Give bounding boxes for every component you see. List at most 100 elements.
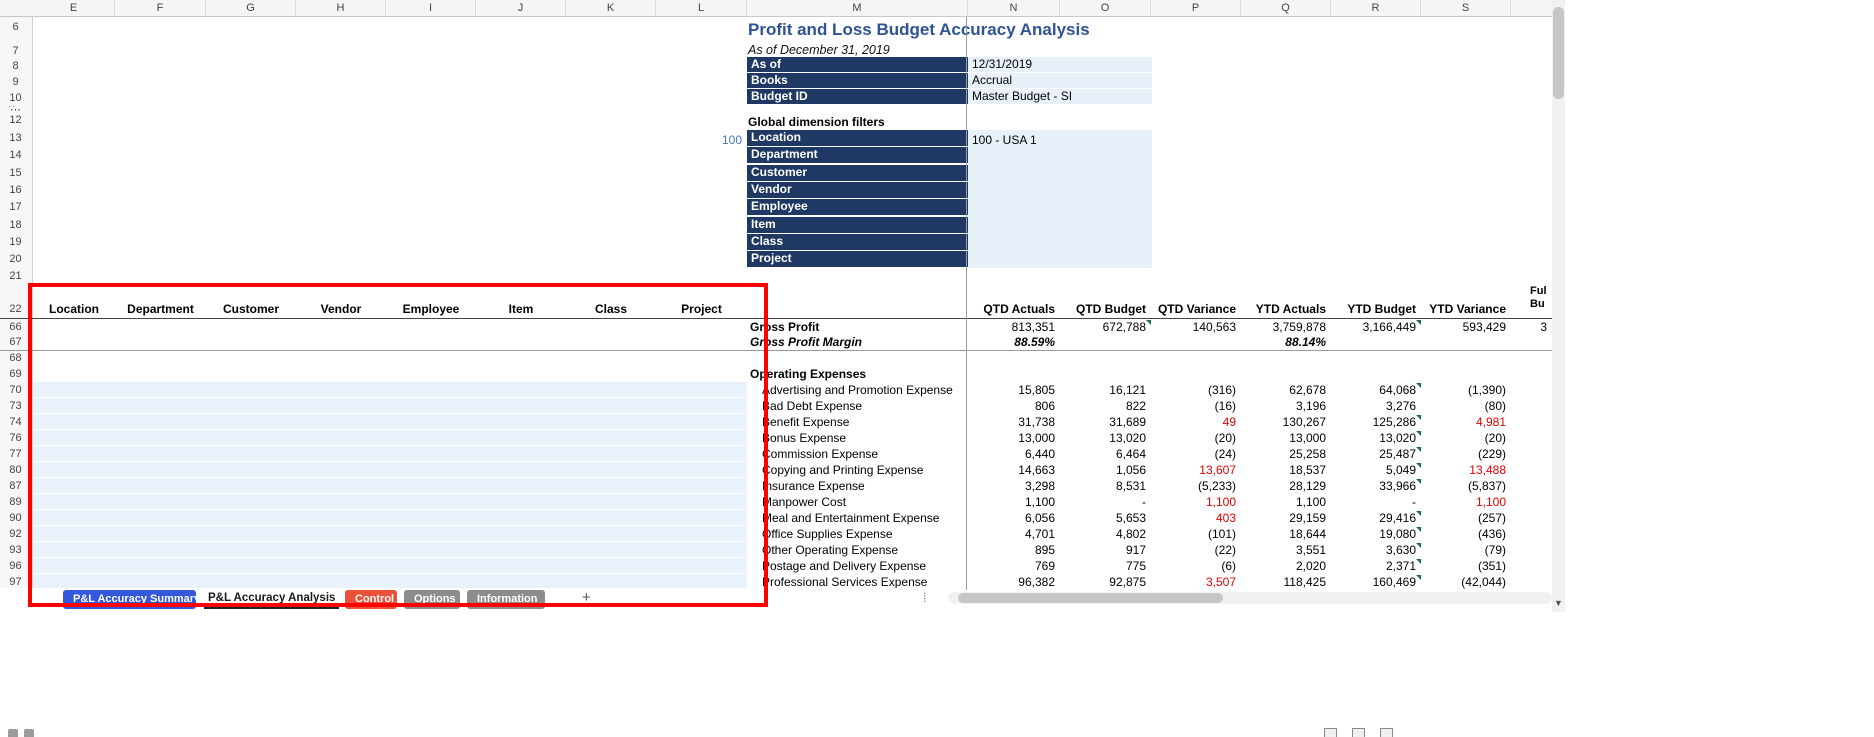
value-cell[interactable]: 917: [1060, 542, 1151, 558]
value-cell[interactable]: 25,258: [1241, 446, 1331, 462]
column-header[interactable]: F: [115, 0, 206, 16]
value-cell[interactable]: 4,802: [1060, 526, 1151, 542]
row-header[interactable]: 18: [0, 218, 31, 233]
row-label[interactable]: Other Operating Expense: [747, 542, 898, 558]
value-cell[interactable]: (436): [1421, 526, 1511, 542]
dimension-column-header[interactable]: Project: [681, 301, 722, 317]
scroll-down-arrow-icon[interactable]: ▼: [1554, 598, 1563, 608]
new-sheet-button[interactable]: +: [582, 589, 591, 606]
left-pane-cells[interactable]: [33, 446, 747, 461]
row-label[interactable]: Office Supplies Expense: [747, 526, 893, 542]
row-header[interactable]: 76: [0, 430, 31, 446]
left-pane-cells[interactable]: [33, 366, 747, 381]
value-cell[interactable]: 13,020: [1060, 430, 1151, 446]
value-cell[interactable]: 3,630: [1331, 542, 1421, 558]
row-header[interactable]: 66: [0, 319, 31, 335]
left-pane-cells[interactable]: [33, 494, 747, 509]
column-header[interactable]: N: [968, 0, 1060, 16]
left-pane-cells[interactable]: [33, 526, 747, 541]
value-cell[interactable]: 3,166,449: [1331, 319, 1421, 335]
page-layout-view-icon[interactable]: [1352, 728, 1365, 737]
row-header[interactable]: 17: [0, 200, 31, 215]
value-cell[interactable]: 593,429: [1421, 319, 1511, 335]
value-cell[interactable]: (80): [1421, 398, 1511, 414]
value-cell[interactable]: 2,371: [1331, 558, 1421, 574]
tab-pl-accuracy-summary[interactable]: P&L Accuracy Summary: [63, 590, 196, 609]
value-cell[interactable]: -: [1331, 494, 1421, 510]
value-cell[interactable]: 62,678: [1241, 382, 1331, 398]
left-pane-cells[interactable]: [33, 350, 747, 365]
row-header[interactable]: 19: [0, 235, 31, 250]
value-cell[interactable]: 28,129: [1241, 478, 1331, 494]
row-header[interactable]: 70: [0, 382, 31, 398]
filter-label-cell[interactable]: Vendor: [747, 182, 968, 198]
value-cell[interactable]: 13,488: [1421, 462, 1511, 478]
horizontal-scrollbar[interactable]: [948, 592, 1552, 604]
row-label[interactable]: Commission Expense: [747, 446, 878, 462]
value-cell[interactable]: [1421, 366, 1511, 382]
row-header[interactable]: 21: [0, 269, 31, 284]
value-cell[interactable]: 8,531: [1060, 478, 1151, 494]
dimension-column-header[interactable]: Item: [509, 301, 534, 317]
left-pane-cells[interactable]: [33, 382, 747, 397]
table-column-header[interactable]: QTD Budget: [1060, 301, 1151, 317]
value-cell[interactable]: 1,100: [1421, 494, 1511, 510]
value-cell[interactable]: [1151, 334, 1241, 350]
page-break-view-icon[interactable]: [1380, 728, 1393, 737]
value-cell[interactable]: (42,044): [1421, 574, 1511, 590]
value-cell[interactable]: 31,689: [1060, 414, 1151, 430]
left-pane-cells[interactable]: [33, 558, 747, 573]
row-label[interactable]: Advertising and Promotion Expense: [747, 382, 953, 398]
row-header[interactable]: 67: [0, 334, 31, 350]
row-label[interactable]: Manpower Cost: [747, 494, 846, 510]
row-header[interactable]: 20: [0, 252, 31, 267]
column-header[interactable]: L: [656, 0, 747, 16]
left-pane-cells[interactable]: [33, 574, 747, 589]
left-pane-cells[interactable]: [33, 478, 747, 493]
value-cell[interactable]: [1421, 334, 1511, 350]
column-header[interactable]: H: [296, 0, 386, 16]
field-value-cell[interactable]: Accrual: [968, 73, 1152, 88]
value-cell[interactable]: 13,607: [1151, 462, 1241, 478]
left-pane-cells[interactable]: [33, 414, 747, 429]
row-header[interactable]: 7: [0, 44, 31, 59]
row-label[interactable]: Benefit Expense: [747, 414, 849, 430]
value-cell[interactable]: (1,390): [1421, 382, 1511, 398]
value-cell[interactable]: [968, 350, 1060, 366]
value-cell[interactable]: 822: [1060, 398, 1151, 414]
value-cell[interactable]: 3,276: [1331, 398, 1421, 414]
value-cell[interactable]: (257): [1421, 510, 1511, 526]
tab-control[interactable]: Control: [345, 590, 397, 609]
filter-label-cell[interactable]: Class: [747, 234, 968, 250]
value-cell[interactable]: [1060, 334, 1151, 350]
row-header[interactable]: 77: [0, 446, 31, 462]
row-header[interactable]: 68: [0, 350, 31, 366]
row-header[interactable]: 93: [0, 542, 31, 558]
value-cell[interactable]: 3,759,878: [1241, 319, 1331, 335]
dimension-column-header[interactable]: Location: [49, 301, 99, 317]
row-header[interactable]: 8: [0, 59, 31, 74]
column-header[interactable]: Q: [1241, 0, 1331, 16]
value-cell[interactable]: 6,464: [1060, 446, 1151, 462]
column-header[interactable]: S: [1421, 0, 1511, 16]
left-pane-cells[interactable]: [33, 319, 747, 334]
value-cell[interactable]: 1,100: [1241, 494, 1331, 510]
row-label[interactable]: Bonus Expense: [747, 430, 846, 446]
value-cell[interactable]: 18,644: [1241, 526, 1331, 542]
value-cell[interactable]: (5,837): [1421, 478, 1511, 494]
value-cell[interactable]: 13,000: [1241, 430, 1331, 446]
field-label-cell[interactable]: As of: [747, 57, 968, 72]
value-cell[interactable]: 769: [968, 558, 1060, 574]
value-cell[interactable]: 140,563: [1151, 319, 1241, 335]
value-cell[interactable]: (79): [1421, 542, 1511, 558]
status-bar-icon[interactable]: [24, 729, 34, 737]
value-cell[interactable]: 118,425: [1241, 574, 1331, 590]
value-cell[interactable]: 96,382: [968, 574, 1060, 590]
value-cell[interactable]: (6): [1151, 558, 1241, 574]
value-cell[interactable]: 775: [1060, 558, 1151, 574]
dimension-column-header[interactable]: Customer: [223, 301, 279, 317]
value-cell[interactable]: 3,507: [1151, 574, 1241, 590]
row-label[interactable]: Insurance Expense: [747, 478, 865, 494]
column-header[interactable]: M: [747, 0, 968, 16]
column-header[interactable]: J: [476, 0, 566, 16]
